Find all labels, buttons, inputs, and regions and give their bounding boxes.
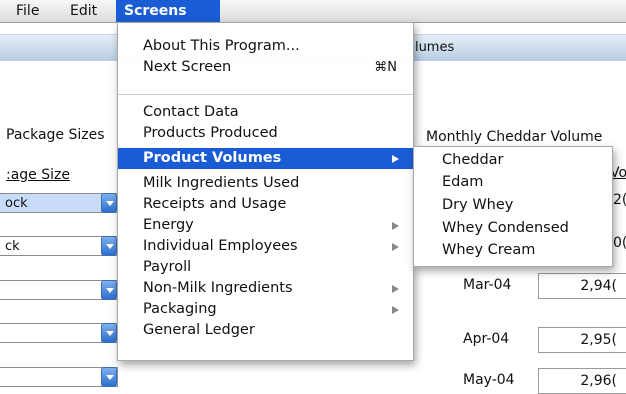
submenu-item-cheddar[interactable]: Cheddar bbox=[442, 149, 504, 171]
window-title: olumes bbox=[407, 40, 455, 55]
menu-item-general-ledger[interactable]: General Ledger bbox=[118, 320, 413, 341]
menu-item-about[interactable]: About This Program... bbox=[118, 36, 413, 57]
menu-item-products-produced[interactable]: Products Produced bbox=[118, 123, 413, 144]
volume-field[interactable]: 2,94( bbox=[538, 273, 626, 299]
menu-item-milk-ingredients[interactable]: Milk Ingredients Used bbox=[118, 173, 413, 194]
package-size-combo[interactable] bbox=[0, 280, 118, 300]
submenu-arrow-icon bbox=[392, 222, 399, 230]
package-size-combo[interactable]: ck bbox=[0, 236, 118, 256]
package-size-value: ck bbox=[5, 239, 20, 254]
menu-item-next-screen[interactable]: Next Screen ⌘N bbox=[118, 57, 413, 78]
menu-file[interactable]: File bbox=[8, 0, 47, 22]
menu-item-receipts-usage[interactable]: Receipts and Usage bbox=[118, 194, 413, 215]
menu-item-packaging[interactable]: Packaging bbox=[118, 299, 413, 320]
menu-item-non-milk-ingredients[interactable]: Non-Milk Ingredients bbox=[118, 278, 413, 299]
package-size-combo[interactable] bbox=[0, 367, 118, 387]
menu-item-energy[interactable]: Energy bbox=[118, 215, 413, 236]
volume-field[interactable]: 2,95( bbox=[538, 327, 626, 353]
shortcut-label: ⌘N bbox=[374, 60, 397, 75]
dropdown-arrow-icon[interactable] bbox=[101, 193, 117, 213]
menu-bar: File Edit Screens bbox=[0, 0, 626, 23]
package-size-combo[interactable]: ock bbox=[0, 193, 118, 213]
volume-value: 2( bbox=[613, 192, 626, 208]
menu-screens[interactable]: Screens bbox=[116, 0, 220, 22]
submenu-arrow-icon bbox=[392, 285, 399, 293]
monthly-volume-label: Monthly Cheddar Volume bbox=[426, 129, 603, 145]
volume-field[interactable]: 2,96( bbox=[538, 368, 626, 394]
dropdown-arrow-icon[interactable] bbox=[101, 367, 117, 387]
submenu-item-edam[interactable]: Edam bbox=[442, 171, 483, 193]
dropdown-arrow-icon[interactable] bbox=[101, 323, 117, 343]
dropdown-arrow-icon[interactable] bbox=[101, 280, 117, 300]
submenu-item-whey-cream[interactable]: Whey Cream bbox=[442, 239, 535, 261]
submenu-item-dry-whey[interactable]: Dry Whey bbox=[442, 194, 513, 216]
package-sizes-label: Package Sizes bbox=[6, 127, 105, 143]
screens-menu: About This Program... Next Screen ⌘N Con… bbox=[117, 22, 414, 361]
submenu-arrow-icon bbox=[392, 155, 399, 163]
menu-item-payroll[interactable]: Payroll bbox=[118, 257, 413, 278]
submenu-arrow-icon bbox=[392, 306, 399, 314]
menu-item-product-volumes[interactable]: Product Volumes bbox=[118, 148, 413, 169]
month-label: May-04 bbox=[463, 372, 515, 388]
submenu-arrow-icon bbox=[392, 243, 399, 251]
menu-edit[interactable]: Edit bbox=[62, 0, 105, 22]
volume-value: 0( bbox=[613, 235, 626, 251]
menu-item-individual-employees[interactable]: Individual Employees bbox=[118, 236, 413, 257]
month-label: Mar-04 bbox=[463, 277, 512, 293]
month-label: Apr-04 bbox=[463, 331, 510, 347]
package-size-value: ock bbox=[5, 196, 28, 211]
menu-separator bbox=[118, 94, 413, 95]
package-size-column-header: :age Size bbox=[6, 167, 70, 183]
submenu-item-whey-condensed[interactable]: Whey Condensed bbox=[442, 217, 569, 239]
package-size-combo[interactable] bbox=[0, 323, 118, 343]
menu-item-contact-data[interactable]: Contact Data bbox=[118, 102, 413, 123]
product-volumes-submenu: Cheddar Edam Dry Whey Whey Condensed Whe… bbox=[413, 146, 613, 267]
dropdown-arrow-icon[interactable] bbox=[101, 236, 117, 256]
